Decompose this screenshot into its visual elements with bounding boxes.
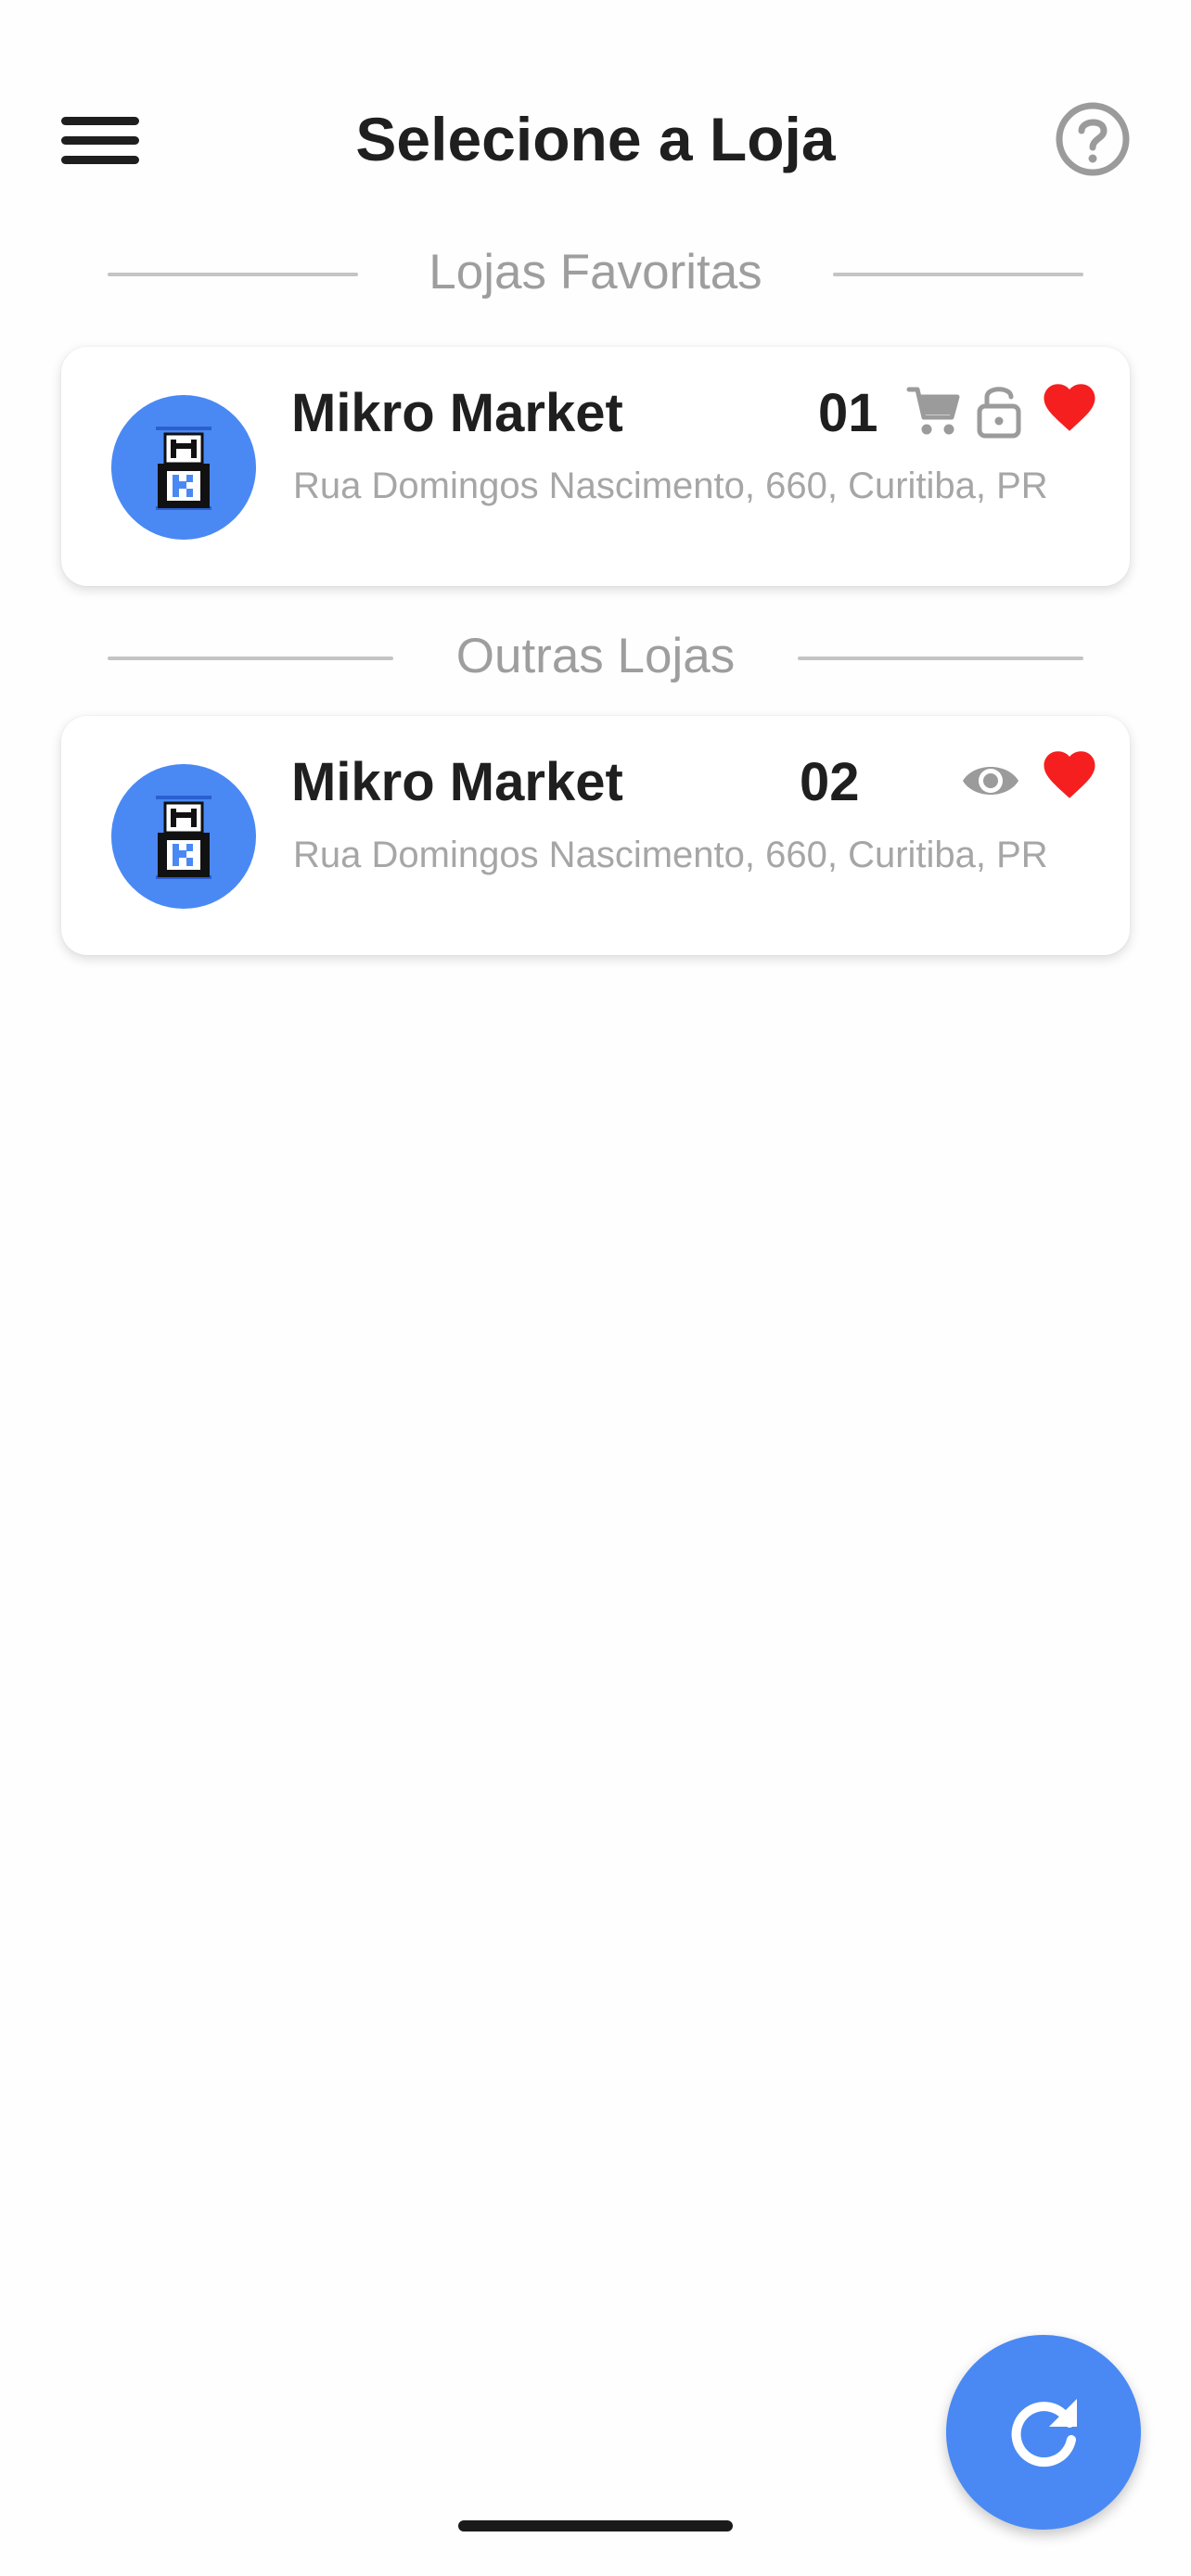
store-number: 01 (818, 383, 878, 443)
heart-icon[interactable] (1039, 376, 1100, 438)
store-card-other[interactable]: Mikro Market 02 Rua Domingos Nascimento,… (61, 716, 1130, 955)
refresh-button[interactable] (946, 2335, 1141, 2530)
refresh-icon (1011, 2399, 1077, 2468)
favorites-section-header: Lojas Favoritas (108, 239, 1083, 306)
others-section-header: Outras Lojas (108, 623, 1083, 690)
lock-open-icon[interactable] (974, 382, 1024, 440)
heart-icon[interactable] (1039, 744, 1100, 805)
home-indicator[interactable] (458, 2520, 733, 2531)
store-logo (111, 395, 256, 540)
store-name: Mikro Market (291, 752, 623, 812)
store-address: Rua Domingos Nascimento, 660, Curitiba, … (293, 835, 1048, 875)
store-card-favorite[interactable]: Mikro Market 01 Rua Domingos Nascimento,… (61, 347, 1130, 586)
divider-line (798, 657, 1083, 660)
store-number: 02 (800, 752, 860, 812)
page-title: Selecione a Loja (355, 105, 836, 173)
app-header: Selecione a Loja (0, 82, 1191, 197)
store-logo (111, 764, 256, 909)
eye-icon[interactable] (961, 751, 1020, 810)
divider-line (833, 273, 1083, 276)
store-address: Rua Domingos Nascimento, 660, Curitiba, … (293, 465, 1048, 506)
store-selection-screen: Selecione a Loja Lojas Favoritas Mikro M… (0, 0, 1191, 2576)
cart-icon[interactable] (905, 382, 963, 440)
hamburger-menu-icon[interactable] (56, 106, 145, 174)
store-name: Mikro Market (291, 383, 623, 443)
help-circle-icon[interactable] (1054, 100, 1132, 178)
